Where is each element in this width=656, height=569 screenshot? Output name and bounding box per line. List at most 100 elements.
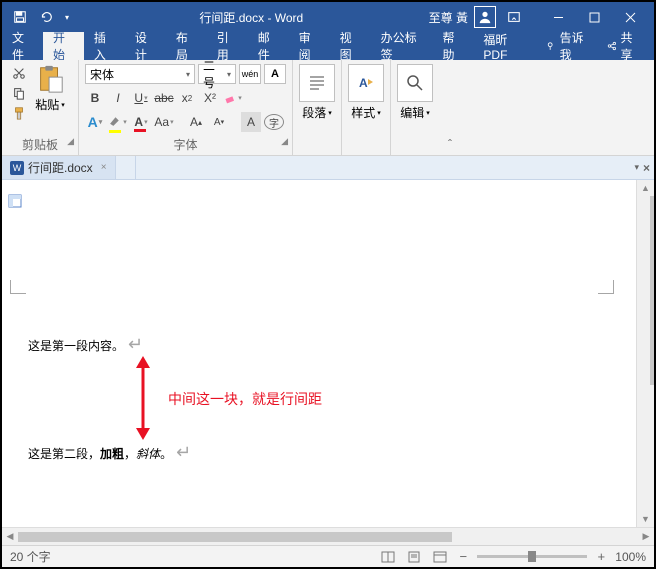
tab-review[interactable]: 审阅 <box>289 32 330 60</box>
char-border-button[interactable]: A <box>264 64 286 84</box>
highlight-button[interactable] <box>108 112 128 132</box>
collapse-ribbon-button[interactable]: ˆ <box>439 60 461 155</box>
quick-access-toolbar: ▾ <box>8 5 74 29</box>
maximize-button[interactable] <box>576 2 612 32</box>
tab-design[interactable]: 设计 <box>125 32 166 60</box>
grow-font-button[interactable]: A▴ <box>186 112 206 132</box>
app-window: ▾ 行间距.docx - Word 至尊 黃 文件 开始 插入 设计 布局 引用… <box>0 0 656 569</box>
document-tab[interactable]: W 行间距.docx × <box>2 156 116 179</box>
font-color-button[interactable]: A <box>131 112 151 132</box>
pilcrow-icon: ↵ <box>176 442 191 462</box>
superscript-button[interactable]: X² <box>200 88 220 108</box>
user-avatar[interactable] <box>474 6 496 28</box>
enclose-char-button[interactable]: 字 <box>264 114 284 130</box>
tab-foxit[interactable]: 福昕PDF <box>473 32 535 60</box>
ribbon-tabs: 文件 开始 插入 设计 布局 引用 邮件 审阅 视图 办公标签 帮助 福昕PDF… <box>2 32 654 60</box>
document-area: 这是第一段内容。↵ 中间这一块，就是行间距 这是第二段，加粗，斜体。↵ ▲ ▼ <box>2 180 654 527</box>
editing-label: 编辑 <box>400 104 424 121</box>
change-case-button[interactable]: Aa <box>154 112 174 132</box>
document-tab-name: 行间距.docx <box>28 159 93 176</box>
paste-button[interactable]: 粘贴▾ <box>28 64 72 113</box>
tab-officetab[interactable]: 办公标签 <box>371 32 433 60</box>
scroll-right-icon[interactable]: ▶ <box>638 531 654 542</box>
line-spacing-arrow <box>132 356 154 440</box>
text-effects-button[interactable]: A <box>85 112 105 132</box>
margin-mark-top-right <box>598 280 614 294</box>
tabs-close-all-icon[interactable]: × <box>643 161 650 175</box>
scroll-left-icon[interactable]: ◀ <box>2 531 18 542</box>
zoom-knob[interactable] <box>528 551 536 562</box>
tab-help[interactable]: 帮助 <box>432 32 473 60</box>
group-font: 宋体▾ 二号▾ wén A B I U abc x2 X² A <box>79 60 293 155</box>
underline-button[interactable]: U <box>131 88 151 108</box>
scroll-thumb[interactable] <box>650 196 655 385</box>
ribbon-options-button[interactable] <box>502 5 526 29</box>
styles-button[interactable]: A <box>348 64 384 102</box>
undo-button[interactable] <box>34 5 58 29</box>
zoom-slider[interactable] <box>477 555 587 558</box>
scroll-thumb-h[interactable] <box>18 532 452 542</box>
tabs-dropdown-icon[interactable]: ▾ <box>634 162 639 173</box>
paste-label: 粘贴 <box>35 96 59 113</box>
scroll-up-icon[interactable]: ▲ <box>641 180 650 196</box>
bold-button[interactable]: B <box>85 88 105 108</box>
group-paragraph: 段落▾ <box>293 60 342 155</box>
web-layout-button[interactable] <box>431 550 449 564</box>
titlebar-right: 至尊 黃 <box>429 2 648 32</box>
font-size-combo[interactable]: 二号▾ <box>198 64 236 84</box>
page[interactable]: 这是第一段内容。↵ 中间这一块，就是行间距 这是第二段，加粗，斜体。↵ <box>2 180 636 527</box>
print-layout-button[interactable] <box>405 550 423 564</box>
clear-format-button[interactable] <box>223 88 243 108</box>
editing-button[interactable] <box>397 64 433 102</box>
phonetic-guide-button[interactable]: wén <box>239 64 261 84</box>
scroll-down-icon[interactable]: ▼ <box>641 511 650 527</box>
svg-text:A: A <box>359 76 368 90</box>
group-styles: A 样式▾ <box>342 60 391 155</box>
share-button[interactable]: 共享 <box>601 29 646 63</box>
tab-view[interactable]: 视图 <box>330 32 371 60</box>
horizontal-scrollbar[interactable]: ◀ ▶ <box>2 527 654 545</box>
qat-dropdown[interactable]: ▾ <box>60 5 74 29</box>
clipboard-launcher-icon[interactable]: ◢ <box>67 136 74 147</box>
copy-button[interactable] <box>10 84 28 102</box>
font-launcher-icon[interactable]: ◢ <box>281 136 288 147</box>
status-bar: 20 个字 − + 100% <box>2 545 654 567</box>
cut-button[interactable] <box>10 64 28 82</box>
ruler-toggle-icon[interactable] <box>8 194 22 208</box>
paragraph-button[interactable] <box>299 64 335 102</box>
zoom-level[interactable]: 100% <box>615 550 646 564</box>
close-button[interactable] <box>612 2 648 32</box>
tab-tellme[interactable]: 告诉我 <box>535 32 600 60</box>
pilcrow-icon: ↵ <box>128 334 143 354</box>
user-name: 至尊 黃 <box>429 9 468 26</box>
tab-home[interactable]: 开始 <box>43 32 84 60</box>
save-button[interactable] <box>8 5 32 29</box>
vertical-scrollbar[interactable]: ▲ ▼ <box>636 180 654 527</box>
group-clipboard: 粘贴▾ 剪贴板◢ <box>2 60 79 155</box>
tab-layout[interactable]: 布局 <box>166 32 207 60</box>
tab-insert[interactable]: 插入 <box>84 32 125 60</box>
paragraph-1: 这是第一段内容。↵ <box>28 330 143 356</box>
italic-button[interactable]: I <box>108 88 128 108</box>
word-count[interactable]: 20 个字 <box>10 548 51 565</box>
close-tab-icon[interactable]: × <box>101 162 107 173</box>
word-doc-icon: W <box>10 161 24 175</box>
format-painter-button[interactable] <box>10 104 28 122</box>
font-name-combo[interactable]: 宋体▾ <box>85 64 195 84</box>
ribbon: 粘贴▾ 剪贴板◢ 宋体▾ 二号▾ wén A B I U abc x2 <box>2 60 654 156</box>
tab-references[interactable]: 引用 <box>207 32 248 60</box>
tellme-label: 告诉我 <box>560 29 591 63</box>
margin-mark-top-left <box>10 280 26 294</box>
share-label: 共享 <box>620 29 640 63</box>
char-shading-button[interactable]: A <box>241 112 261 132</box>
tab-mailings[interactable]: 邮件 <box>248 32 289 60</box>
minimize-button[interactable] <box>540 2 576 32</box>
read-mode-button[interactable] <box>379 550 397 564</box>
titlebar: ▾ 行间距.docx - Word 至尊 黃 <box>2 2 654 32</box>
strikethrough-button[interactable]: abc <box>154 88 174 108</box>
tab-file[interactable]: 文件 <box>2 32 43 60</box>
subscript-button[interactable]: x2 <box>177 88 197 108</box>
shrink-font-button[interactable]: A▾ <box>209 112 229 132</box>
zoom-in-button[interactable]: + <box>595 549 607 564</box>
zoom-out-button[interactable]: − <box>457 549 469 564</box>
